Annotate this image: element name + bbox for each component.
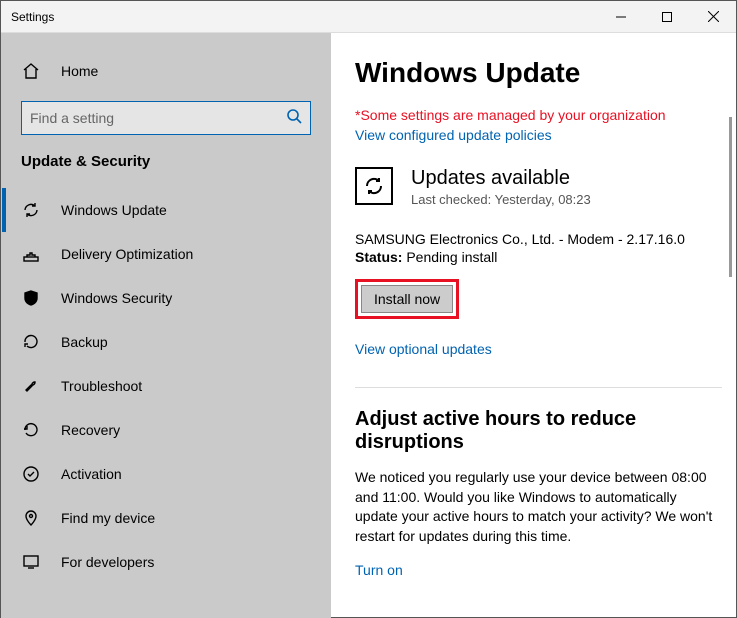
active-hours-heading: Adjust active hours to reduce disruption… bbox=[355, 408, 722, 454]
sidebar-item-label: Activation bbox=[61, 466, 122, 482]
sidebar-item-label: Windows Update bbox=[61, 202, 167, 218]
scrollbar[interactable] bbox=[729, 117, 732, 277]
minimize-button[interactable] bbox=[598, 1, 644, 33]
last-checked: Last checked: Yesterday, 08:23 bbox=[411, 192, 591, 207]
backup-icon bbox=[21, 332, 41, 352]
managed-notice: *Some settings are managed by your organ… bbox=[355, 107, 722, 123]
status-value: Pending install bbox=[402, 249, 497, 265]
wrench-icon bbox=[21, 376, 41, 396]
delivery-icon bbox=[21, 244, 41, 264]
shield-icon bbox=[21, 288, 41, 308]
sidebar-item-label: For developers bbox=[61, 554, 154, 570]
developers-icon bbox=[21, 552, 41, 572]
page-title: Windows Update bbox=[355, 57, 722, 89]
maximize-button[interactable] bbox=[644, 1, 690, 33]
window-title: Settings bbox=[11, 10, 54, 24]
divider bbox=[355, 387, 722, 388]
search-icon bbox=[286, 108, 302, 129]
update-status: Status: Pending install bbox=[355, 249, 722, 265]
active-hours-text: We noticed you regularly use your device… bbox=[355, 468, 722, 546]
search-box[interactable] bbox=[21, 101, 311, 135]
recovery-icon bbox=[21, 420, 41, 440]
sidebar-item-backup[interactable]: Backup bbox=[1, 320, 331, 364]
close-button[interactable] bbox=[690, 1, 736, 33]
sidebar-item-windows-update[interactable]: Windows Update bbox=[1, 188, 331, 232]
sidebar-item-label: Find my device bbox=[61, 510, 155, 526]
sidebar-item-find-my-device[interactable]: Find my device bbox=[1, 496, 331, 540]
turn-on-link[interactable]: Turn on bbox=[355, 562, 722, 578]
sidebar-item-troubleshoot[interactable]: Troubleshoot bbox=[1, 364, 331, 408]
sidebar-item-label: Backup bbox=[61, 334, 108, 350]
install-highlight: Install now bbox=[355, 279, 459, 319]
home-label: Home bbox=[61, 63, 98, 79]
sidebar-item-activation[interactable]: Activation bbox=[1, 452, 331, 496]
search-input[interactable] bbox=[30, 110, 286, 126]
activation-icon bbox=[21, 464, 41, 484]
update-item: SAMSUNG Electronics Co., Ltd. - Modem - … bbox=[355, 231, 722, 247]
sidebar-heading: Update & Security bbox=[1, 153, 331, 188]
status-label: Status: bbox=[355, 249, 402, 265]
home-icon bbox=[21, 61, 41, 81]
sidebar-item-label: Delivery Optimization bbox=[61, 246, 193, 262]
sidebar: Home Update & Security Windows Update De… bbox=[1, 33, 331, 618]
view-optional-updates-link[interactable]: View optional updates bbox=[355, 341, 722, 357]
sidebar-item-for-developers[interactable]: For developers bbox=[1, 540, 331, 584]
update-status-icon bbox=[355, 167, 393, 205]
sidebar-item-windows-security[interactable]: Windows Security bbox=[1, 276, 331, 320]
sync-icon bbox=[21, 200, 41, 220]
titlebar: Settings bbox=[1, 1, 736, 33]
home-nav[interactable]: Home bbox=[1, 51, 331, 91]
sidebar-item-label: Troubleshoot bbox=[61, 378, 142, 394]
sidebar-item-delivery-optimization[interactable]: Delivery Optimization bbox=[1, 232, 331, 276]
main-panel: Windows Update *Some settings are manage… bbox=[331, 33, 736, 618]
sidebar-item-label: Recovery bbox=[61, 422, 120, 438]
sidebar-item-recovery[interactable]: Recovery bbox=[1, 408, 331, 452]
active-indicator bbox=[2, 188, 6, 232]
updates-available-heading: Updates available bbox=[411, 167, 591, 190]
location-icon bbox=[21, 508, 41, 528]
install-now-button[interactable]: Install now bbox=[361, 285, 453, 313]
sidebar-item-label: Windows Security bbox=[61, 290, 172, 306]
view-policies-link[interactable]: View configured update policies bbox=[355, 127, 722, 143]
